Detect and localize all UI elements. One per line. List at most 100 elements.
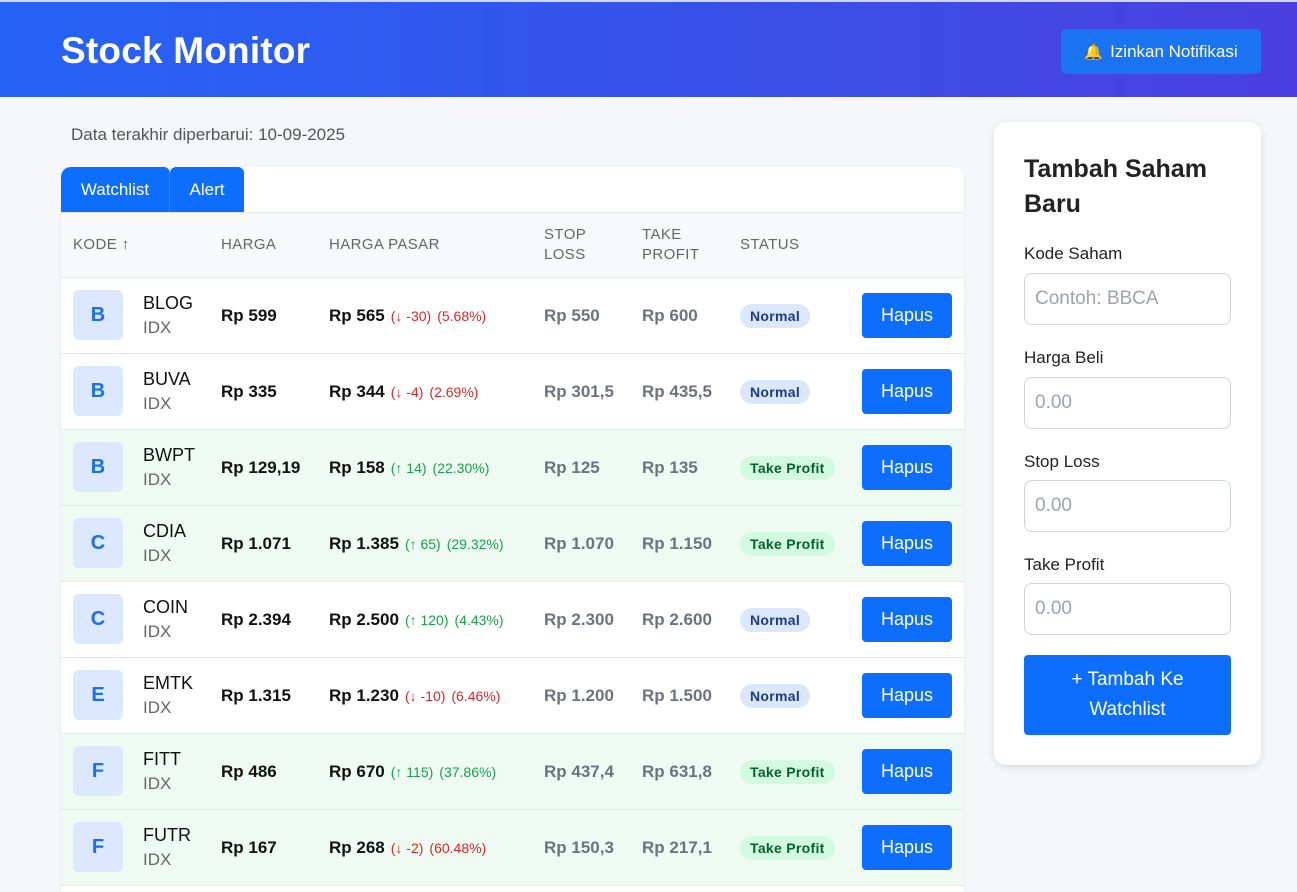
stock-avatar: E bbox=[73, 670, 123, 720]
buy-price: Rp 2.394 bbox=[221, 610, 291, 629]
table-row: E EMTK IDX Rp 1.315 Rp 1.230 (↓ -10) (6.46%) Rp… bbox=[61, 658, 964, 734]
price-change: (↓ -10) bbox=[404, 688, 446, 704]
market-price-cell: Rp 268 (↓ -2) (60.48%) bbox=[329, 838, 486, 858]
price-change: (↓ -30) bbox=[390, 308, 432, 324]
stock-exchange: IDX bbox=[143, 546, 172, 565]
kode-saham-input[interactable] bbox=[1024, 273, 1231, 325]
market-price-cell: Rp 1.385 (↑ 65) (29.32%) bbox=[329, 534, 504, 554]
delete-button[interactable]: Hapus bbox=[862, 673, 952, 718]
market-price: Rp 1.385 bbox=[329, 534, 399, 553]
table-row: C COIN IDX Rp 2.394 Rp 2.500 (↑ 120) (4.43%) Rp… bbox=[61, 582, 964, 658]
harga-beli-label: Harga Beli bbox=[1024, 348, 1104, 367]
stock-code: COIN bbox=[143, 597, 188, 617]
price-change-percent: (6.46%) bbox=[451, 688, 501, 704]
market-price: Rp 1.230 bbox=[329, 686, 399, 705]
price-change-percent: (4.43%) bbox=[454, 612, 504, 628]
take-profit-value: Rp 1.150 bbox=[642, 534, 712, 553]
stock-avatar: B bbox=[73, 442, 123, 492]
column-header-stop-loss-line2: LOSS bbox=[544, 246, 586, 263]
price-change-percent: (5.68%) bbox=[437, 308, 487, 324]
market-price-cell: Rp 2.500 (↑ 120) (4.43%) bbox=[329, 610, 504, 630]
take-profit-value: Rp 135 bbox=[642, 458, 698, 477]
app-header: Stock Monitor 🔔 Izinkan Notifikasi bbox=[0, 0, 1297, 97]
stop-loss-value: Rp 1.070 bbox=[544, 534, 614, 553]
stock-code: BLOG bbox=[143, 293, 194, 313]
price-change-percent: (22.30%) bbox=[432, 460, 490, 476]
stop-loss-value: Rp 2.300 bbox=[544, 610, 614, 629]
form-title: Tambah Saham Baru bbox=[1024, 155, 1207, 218]
column-header-kode[interactable]: KODE ↑ bbox=[73, 235, 130, 255]
table-row: C CDIA IDX Rp 1.071 Rp 1.385 (↑ 65) (29.32%) Rp… bbox=[61, 506, 964, 582]
column-header-take-profit-line2: PROFIT bbox=[642, 246, 700, 263]
stock-code: FITT bbox=[143, 749, 181, 769]
delete-button[interactable]: Hapus bbox=[862, 293, 952, 338]
table-row: F FITT IDX Rp 486 Rp 670 (↑ 115) (37.86%) Rp 43… bbox=[61, 734, 964, 810]
column-header-stop-loss: STOP LOSS bbox=[544, 225, 586, 265]
table-row: B BWPT IDX Rp 129,19 Rp 158 (↑ 14) (22.30%) Rp … bbox=[61, 430, 964, 506]
stock-exchange: IDX bbox=[143, 774, 172, 793]
price-change: (↓ -4) bbox=[390, 384, 424, 400]
market-price: Rp 268 bbox=[329, 838, 385, 857]
price-change: (↑ 14) bbox=[390, 460, 427, 476]
stock-code: FUTR bbox=[143, 825, 191, 845]
stop-loss-value: Rp 1.200 bbox=[544, 686, 614, 705]
stock-exchange: IDX bbox=[143, 318, 172, 337]
stop-loss-input[interactable] bbox=[1024, 480, 1231, 532]
delete-button[interactable]: Hapus bbox=[862, 597, 952, 642]
harga-beli-input[interactable] bbox=[1024, 377, 1231, 429]
app-title: Stock Monitor bbox=[61, 30, 311, 71]
take-profit-value: Rp 2.600 bbox=[642, 610, 712, 629]
add-to-watchlist-button[interactable]: + Tambah Ke Watchlist bbox=[1024, 655, 1231, 735]
stock-exchange: IDX bbox=[143, 850, 172, 869]
stop-loss-value: Rp 550 bbox=[544, 306, 600, 325]
market-price-cell: Rp 565 (↓ -30) (5.68%) bbox=[329, 306, 486, 326]
market-price: Rp 565 bbox=[329, 306, 385, 325]
stock-avatar: F bbox=[73, 746, 123, 796]
column-header-harga: HARGA bbox=[221, 236, 277, 253]
take-profit-value: Rp 217,1 bbox=[642, 838, 712, 857]
delete-button[interactable]: Hapus bbox=[862, 749, 952, 794]
status-badge: Normal bbox=[740, 608, 811, 632]
take-profit-label: Take Profit bbox=[1024, 555, 1105, 574]
stock-exchange: IDX bbox=[143, 470, 172, 489]
take-profit-input[interactable] bbox=[1024, 583, 1231, 635]
add-stock-form: Tambah Saham Baru Kode Saham Harga Beli … bbox=[994, 122, 1261, 765]
table-header: KODE ↑ HARGA HARGA PASAR STOP LOSS TAKE … bbox=[61, 212, 964, 278]
market-price-cell: Rp 1.230 (↓ -10) (6.46%) bbox=[329, 686, 500, 706]
price-change-percent: (37.86%) bbox=[439, 764, 497, 780]
column-header-take-profit: TAKE PROFIT bbox=[642, 225, 699, 265]
market-price: Rp 670 bbox=[329, 762, 385, 781]
price-change: (↑ 120) bbox=[404, 612, 449, 628]
buy-price: Rp 1.315 bbox=[221, 686, 291, 705]
market-price-cell: Rp 670 (↑ 115) (37.86%) bbox=[329, 762, 496, 782]
allow-notifications-button[interactable]: 🔔 Izinkan Notifikasi bbox=[1061, 29, 1261, 74]
take-profit-value: Rp 435,5 bbox=[642, 382, 712, 401]
stock-code: CDIA bbox=[143, 521, 187, 541]
table-row: B BUVA IDX Rp 335 Rp 344 (↓ -4) (2.69%) Rp 301,… bbox=[61, 354, 964, 430]
buy-price: Rp 129,19 bbox=[221, 458, 301, 477]
watchlist-panel: Watchlist Alert KODE ↑ HARGA HARGA PASAR… bbox=[61, 167, 964, 892]
stock-avatar: C bbox=[73, 518, 123, 568]
stock-code: EMTK bbox=[143, 673, 194, 693]
market-price: Rp 2.500 bbox=[329, 610, 399, 629]
delete-button[interactable]: Hapus bbox=[862, 521, 952, 566]
stock-code: BUVA bbox=[143, 369, 191, 389]
status-badge: Take Profit bbox=[740, 836, 835, 860]
tab-alert[interactable]: Alert bbox=[170, 167, 244, 212]
take-profit-value: Rp 600 bbox=[642, 306, 698, 325]
stock-exchange: IDX bbox=[143, 622, 172, 641]
tab-watchlist[interactable]: Watchlist bbox=[61, 167, 170, 212]
buy-price: Rp 335 bbox=[221, 382, 277, 401]
stock-exchange: IDX bbox=[143, 394, 172, 413]
market-price: Rp 158 bbox=[329, 458, 385, 477]
price-change-percent: (29.32%) bbox=[446, 536, 504, 552]
stop-loss-label: Stop Loss bbox=[1024, 452, 1100, 471]
price-change: (↓ -2) bbox=[390, 840, 424, 856]
delete-button[interactable]: Hapus bbox=[862, 445, 952, 490]
stock-avatar: C bbox=[73, 594, 123, 644]
status-badge: Normal bbox=[740, 684, 811, 708]
status-badge: Take Profit bbox=[740, 760, 835, 784]
stock-avatar: F bbox=[73, 822, 123, 872]
delete-button[interactable]: Hapus bbox=[862, 825, 952, 870]
delete-button[interactable]: Hapus bbox=[862, 369, 952, 414]
